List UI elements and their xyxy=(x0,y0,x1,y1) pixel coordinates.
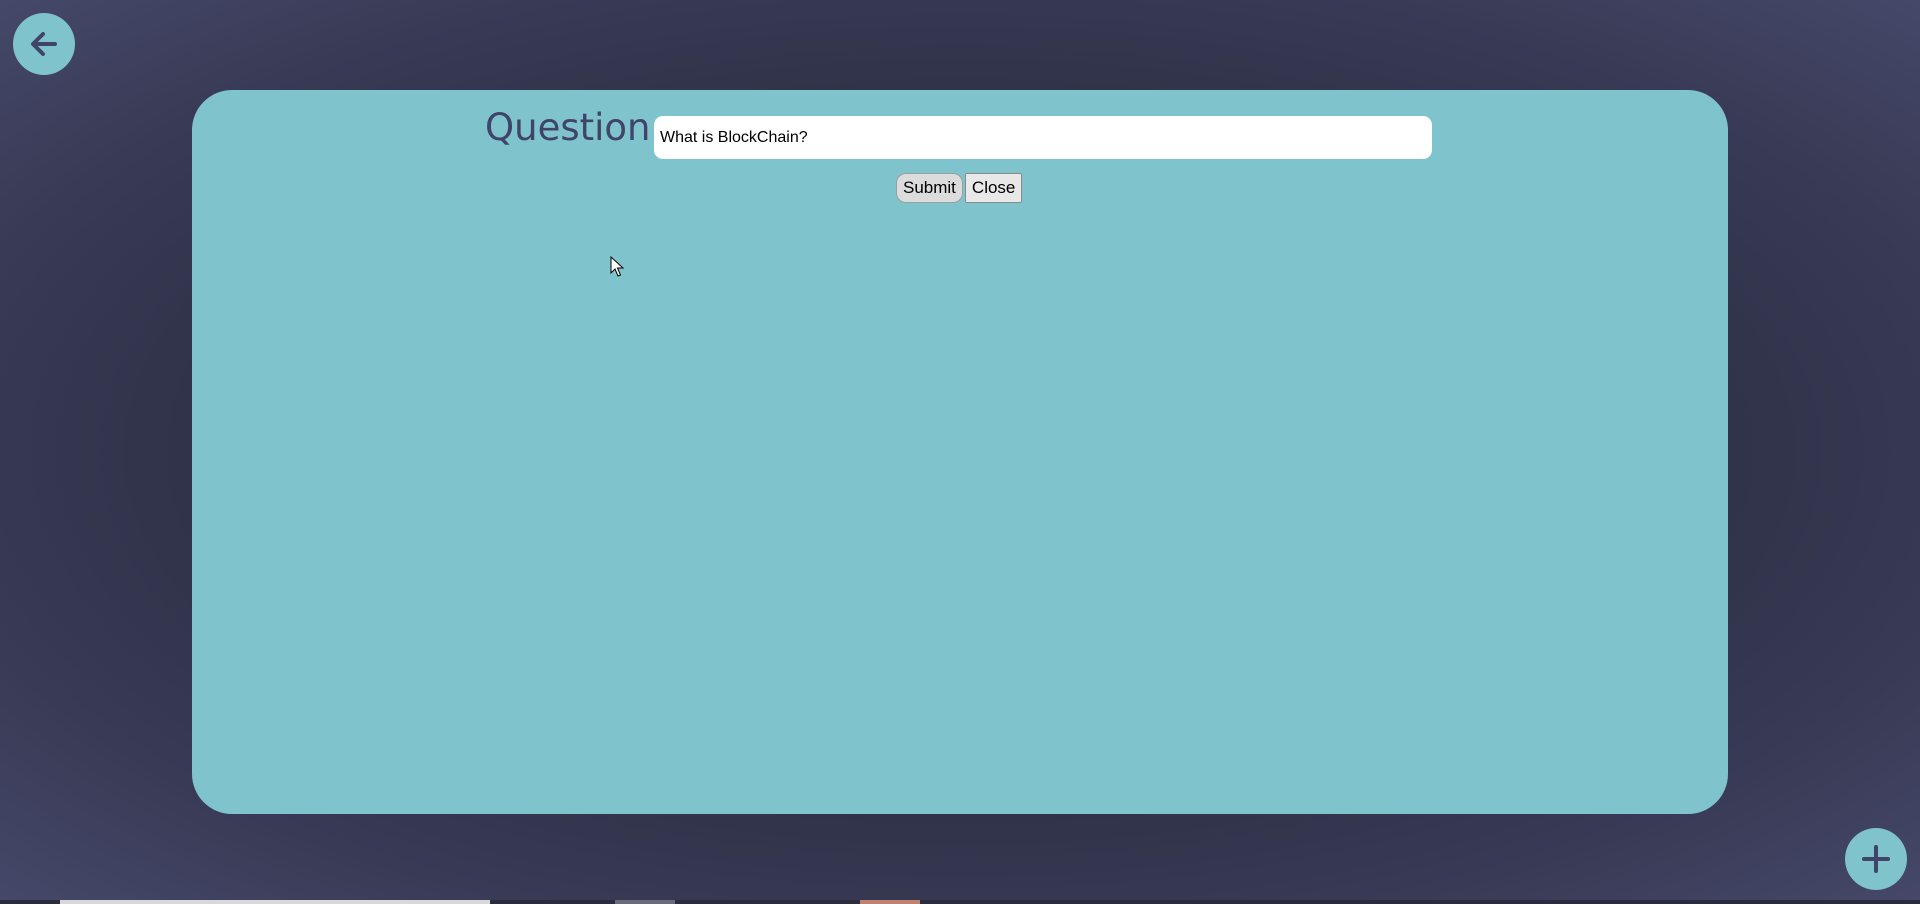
plus-icon xyxy=(1862,845,1890,873)
form-actions: Submit Close xyxy=(896,173,1023,203)
question-label: Question: xyxy=(485,106,663,149)
back-button[interactable] xyxy=(13,13,75,75)
question-input[interactable] xyxy=(654,116,1432,159)
submit-button[interactable]: Submit xyxy=(896,173,963,203)
question-panel: Question: Submit Close xyxy=(192,90,1728,814)
close-button[interactable]: Close xyxy=(964,173,1023,203)
add-button[interactable] xyxy=(1845,828,1907,890)
bottom-strip xyxy=(0,900,1920,904)
arrow-left-icon xyxy=(31,32,57,56)
mouse-cursor-icon xyxy=(610,256,624,277)
